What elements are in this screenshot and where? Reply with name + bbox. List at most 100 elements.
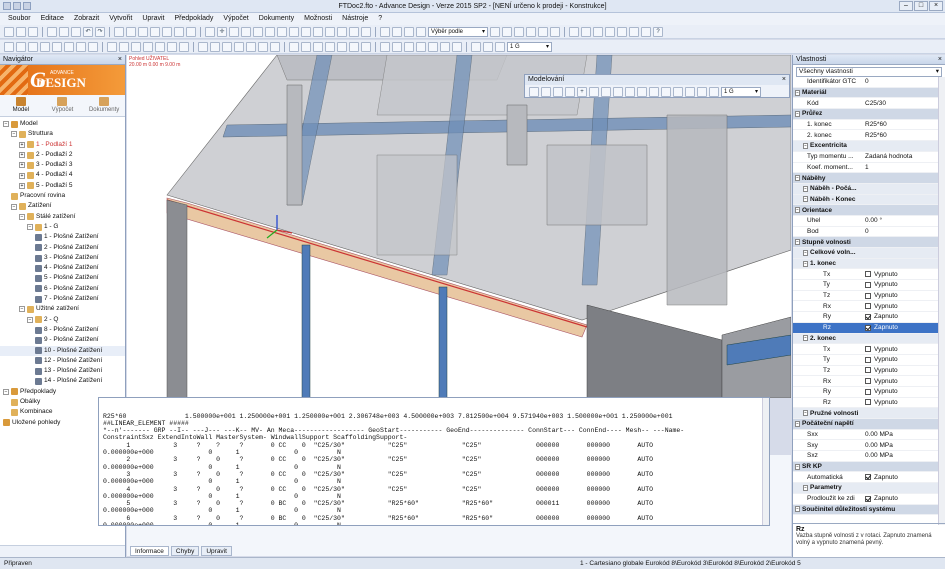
line-load-icon[interactable] [685, 87, 695, 97]
checkbox[interactable] [865, 271, 871, 278]
rotate-icon[interactable] [138, 26, 148, 37]
point-load-icon[interactable] [289, 41, 299, 52]
results-icon[interactable] [416, 41, 426, 52]
hinge-icon[interactable] [258, 41, 268, 52]
maximize-button[interactable]: □ [914, 1, 928, 11]
isolate-icon[interactable] [550, 26, 560, 37]
truss-icon[interactable] [64, 41, 74, 52]
layer-combo[interactable]: 1 G ▾ [507, 41, 552, 52]
expand-icon[interactable]: + [19, 141, 25, 148]
collapse-icon[interactable]: − [3, 388, 9, 395]
deselect-icon[interactable] [514, 26, 524, 37]
menu-dokumenty[interactable]: Dokumenty [259, 13, 294, 25]
load-family-icon[interactable] [483, 41, 493, 52]
close-icon[interactable]: × [782, 75, 786, 85]
properties-scrollbar[interactable] [938, 77, 945, 525]
tree-item[interactable]: +2 - Podlaží 2 [0, 150, 125, 160]
grid-icon[interactable] [380, 26, 390, 37]
polygon-icon[interactable] [119, 41, 129, 52]
checkbox[interactable] [865, 292, 871, 299]
property-row[interactable]: Rx Vypnuto [793, 376, 939, 387]
support-line-icon[interactable] [210, 41, 220, 52]
collapse-icon[interactable]: − [11, 131, 17, 138]
tree-item[interactable]: 6 - Plošné Zatížení [0, 284, 125, 294]
property-row[interactable]: − Parametry [793, 483, 939, 494]
tree-item[interactable]: +4 - Podlaží 4 [0, 170, 125, 180]
property-row[interactable]: 1. konec R25*60 [793, 120, 939, 131]
shell-icon[interactable] [179, 41, 189, 52]
property-row[interactable]: −2. konec [793, 333, 939, 345]
tree-item[interactable]: 4 - Plošné Zatížení [0, 263, 125, 273]
tab-vypocet[interactable]: Výpočet [43, 97, 81, 116]
property-row[interactable]: − Orientace [793, 205, 939, 216]
tab-model[interactable]: Model [2, 97, 40, 116]
collapse-icon[interactable]: − [795, 506, 800, 513]
hide-icon[interactable] [526, 26, 536, 37]
expand-icon[interactable]: + [19, 182, 25, 189]
slab-icon[interactable] [155, 41, 165, 52]
circle-icon[interactable] [131, 41, 141, 52]
load-case-icon[interactable] [471, 41, 481, 52]
property-row[interactable]: Úhel 0.00 ° [793, 216, 939, 227]
brace-icon[interactable] [52, 41, 62, 52]
scale-icon[interactable] [253, 26, 263, 37]
report-icon[interactable] [428, 41, 438, 52]
collapse-icon[interactable]: − [803, 249, 808, 256]
measure-icon[interactable] [581, 26, 591, 37]
collapse-icon[interactable]: − [19, 213, 25, 220]
collapse-icon[interactable]: − [795, 239, 800, 246]
line-load-icon[interactable] [301, 41, 311, 52]
refresh-icon[interactable] [617, 26, 627, 37]
tree-item[interactable]: 3 - Plošné Zatížení [0, 253, 125, 263]
quick-access-icons[interactable] [3, 2, 31, 10]
area-load-icon[interactable] [697, 87, 707, 97]
collapse-icon[interactable]: − [803, 196, 808, 203]
close-icon[interactable]: × [118, 55, 122, 65]
property-row[interactable]: Prodloužit ke zdi Zapnuto [793, 494, 939, 505]
tree-item[interactable]: − 2 - Q [0, 315, 125, 325]
release-icon[interactable] [270, 41, 280, 52]
tree-item[interactable]: +5 - Podlaží 5 [0, 181, 125, 191]
tree-item[interactable]: +1 - Podlaží 1 [0, 140, 125, 150]
property-row[interactable]: Tz Vypnuto [793, 291, 939, 302]
redo-icon[interactable]: ↷ [95, 26, 105, 37]
align-icon[interactable] [313, 26, 323, 37]
filter-icon[interactable] [416, 26, 426, 37]
collapse-icon[interactable]: − [803, 335, 808, 342]
brace-icon[interactable] [589, 87, 599, 97]
menu-vytvorit[interactable]: Vytvořit [109, 13, 132, 25]
support-point-icon[interactable] [625, 87, 635, 97]
property-row[interactable]: − SR KP [793, 461, 939, 473]
tree-item[interactable]: 10 - Plošné Zatížení [0, 345, 125, 356]
show-icon[interactable] [538, 26, 548, 37]
property-row[interactable]: Ry Zapnuto [793, 312, 939, 323]
slab-icon[interactable] [613, 87, 623, 97]
trim-icon[interactable] [301, 26, 311, 37]
property-row[interactable]: − Počáteční napětí [793, 419, 939, 430]
tree-item[interactable]: 7 - Plošné Zatížení [0, 294, 125, 304]
collapse-icon[interactable]: − [795, 420, 800, 427]
checkbox[interactable] [865, 281, 871, 288]
collapse-icon[interactable]: − [803, 484, 808, 491]
rigid-link-icon[interactable] [234, 41, 244, 52]
support-plane-icon[interactable] [649, 87, 659, 97]
new-icon[interactable] [4, 26, 14, 37]
checkbox[interactable] [865, 356, 871, 363]
line-icon[interactable] [4, 41, 14, 52]
copy-element-icon[interactable] [265, 26, 275, 37]
tree-item[interactable]: − Užitné zatížení [0, 304, 125, 314]
render-icon[interactable] [337, 26, 347, 37]
property-row[interactable]: − Průřez [793, 109, 939, 120]
menu-zobrazit[interactable]: Zobrazit [74, 13, 99, 25]
polyline-icon[interactable] [16, 41, 26, 52]
property-row[interactable]: − Náběhy [793, 173, 939, 184]
wireframe-icon[interactable] [361, 26, 371, 37]
extend-icon[interactable] [289, 26, 299, 37]
mirror-icon[interactable] [241, 26, 251, 37]
tree-item[interactable]: − Model [0, 119, 125, 129]
support-point-icon[interactable] [198, 41, 208, 52]
snap-icon[interactable] [392, 26, 402, 37]
property-row[interactable]: − Materiál [793, 87, 939, 99]
view-side-icon[interactable] [162, 26, 172, 37]
checkbox[interactable] [865, 378, 871, 385]
